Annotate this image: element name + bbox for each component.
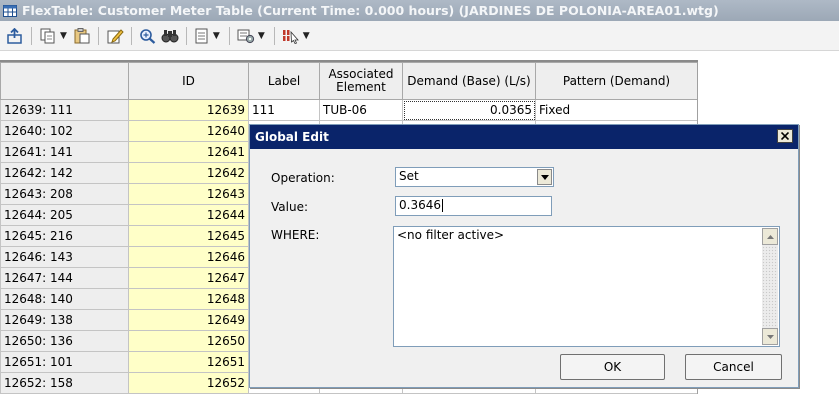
column-header-associated-element[interactable]: Associated Element	[319, 62, 403, 100]
id-cell[interactable]: 12643	[128, 183, 249, 205]
pattern-demand-cell[interactable]: Fixed	[535, 99, 698, 121]
window-title: FlexTable: Customer Meter Table (Current…	[22, 3, 719, 18]
id-cell[interactable]: 12639	[128, 99, 249, 121]
close-button[interactable]	[777, 129, 793, 143]
id-cell[interactable]: 12652	[128, 372, 249, 394]
global-edit-dialog: Global Edit Operation: Set Value: 0.3646…	[249, 124, 799, 388]
report-dropdown-icon[interactable]: ▼	[213, 31, 220, 41]
table-row[interactable]: 12639: 111 12639 111 TUB-06 0.0365 Fixed	[0, 99, 698, 121]
options-icon[interactable]	[235, 25, 257, 47]
operation-label: Operation:	[271, 171, 335, 185]
filter-dropdown-icon[interactable]: ▼	[303, 31, 310, 41]
paste-icon[interactable]	[71, 25, 93, 47]
value-label: Value:	[271, 200, 308, 214]
row-header[interactable]: 12644: 205	[0, 204, 129, 226]
row-header[interactable]: 12646: 143	[0, 246, 129, 268]
scroll-track[interactable]	[762, 246, 778, 327]
toolbar-separator	[228, 26, 230, 45]
id-cell[interactable]: 12647	[128, 267, 249, 289]
toolbar-separator	[31, 26, 32, 45]
id-cell[interactable]: 12645	[128, 225, 249, 247]
dropdown-button[interactable]	[537, 169, 552, 185]
toolbar-separator	[97, 26, 99, 45]
row-header[interactable]: 12650: 136	[0, 330, 129, 352]
filter-icon[interactable]	[280, 25, 302, 47]
associated-element-cell[interactable]: TUB-06	[319, 99, 403, 121]
row-header[interactable]: 12640: 102	[0, 120, 129, 142]
label-cell[interactable]: 111	[248, 99, 320, 121]
id-cell[interactable]: 12650	[128, 330, 249, 352]
where-label: WHERE:	[271, 228, 320, 242]
value-input-text: 0.3646	[399, 198, 441, 212]
column-header-rowhead[interactable]	[0, 62, 129, 100]
toolbar: ▼ ▼ ▼ ▼	[0, 21, 839, 51]
table-icon	[3, 4, 17, 17]
column-header-label[interactable]: Label	[248, 62, 320, 100]
arrow-up-icon	[766, 234, 774, 239]
dialog-title-bar[interactable]: Global Edit	[250, 125, 798, 149]
id-cell[interactable]: 12640	[128, 120, 249, 142]
scroll-down-button[interactable]	[762, 328, 778, 345]
row-header[interactable]: 12649: 138	[0, 309, 129, 331]
ok-button[interactable]: OK	[560, 354, 665, 380]
zoom-icon[interactable]	[137, 25, 159, 47]
copy-dropdown-icon[interactable]: ▼	[60, 31, 67, 41]
dialog-title: Global Edit	[255, 130, 329, 144]
value-input[interactable]: 0.3646	[395, 196, 552, 216]
report-icon[interactable]	[192, 25, 212, 47]
toolbar-separator	[185, 26, 187, 45]
row-header[interactable]: 12642: 142	[0, 162, 129, 184]
where-filter-text: <no filter active>	[397, 228, 505, 242]
id-cell[interactable]: 12644	[128, 204, 249, 226]
chevron-down-icon	[540, 174, 549, 180]
scroll-up-button[interactable]	[762, 228, 778, 245]
operation-selected-value: Set	[399, 169, 419, 183]
operation-select[interactable]: Set	[395, 167, 554, 187]
row-header[interactable]: 12641: 141	[0, 141, 129, 163]
id-cell[interactable]: 12642	[128, 162, 249, 184]
copy-icon[interactable]	[37, 25, 59, 47]
column-header-demand-base[interactable]: Demand (Base) (L/s)	[402, 62, 536, 100]
column-header-pattern-demand[interactable]: Pattern (Demand)	[535, 62, 698, 100]
export-icon[interactable]	[4, 25, 26, 47]
toolbar-separator	[273, 26, 275, 45]
id-cell[interactable]: 12648	[128, 288, 249, 310]
find-icon[interactable]	[159, 25, 181, 47]
id-cell[interactable]: 12651	[128, 351, 249, 373]
cancel-button[interactable]: Cancel	[685, 354, 782, 380]
window-title-bar: FlexTable: Customer Meter Table (Current…	[0, 0, 839, 21]
row-header[interactable]: 12645: 216	[0, 225, 129, 247]
row-header[interactable]: 12648: 140	[0, 288, 129, 310]
row-header[interactable]: 12643: 208	[0, 183, 129, 205]
demand-base-cell[interactable]: 0.0365	[402, 99, 536, 121]
column-header-id[interactable]: ID	[128, 62, 249, 100]
toolbar-separator	[130, 26, 132, 45]
where-filter-box[interactable]: <no filter active>	[393, 226, 780, 347]
edit-icon[interactable]	[104, 25, 126, 47]
arrow-down-icon	[766, 334, 774, 339]
vertical-scrollbar[interactable]	[762, 228, 778, 345]
id-cell[interactable]: 12646	[128, 246, 249, 268]
close-icon	[781, 132, 789, 140]
row-header[interactable]: 12652: 158	[0, 372, 129, 394]
id-cell[interactable]: 12649	[128, 309, 249, 331]
row-header[interactable]: 12647: 144	[0, 267, 129, 289]
text-cursor	[442, 199, 443, 212]
row-header[interactable]: 12651: 101	[0, 351, 129, 373]
id-cell[interactable]: 12641	[128, 141, 249, 163]
options-dropdown-icon[interactable]: ▼	[258, 31, 265, 41]
row-header[interactable]: 12639: 111	[0, 99, 129, 121]
